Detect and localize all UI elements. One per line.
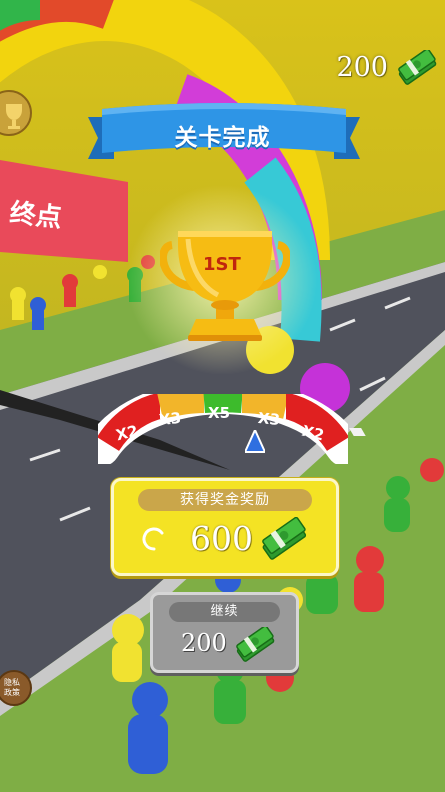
continue-button[interactable]: 继续 200	[150, 592, 299, 673]
continue-amount: 200	[181, 629, 227, 657]
loading-spinner-icon	[142, 527, 164, 551]
trophy-rank: 1ST	[203, 254, 241, 275]
continue-label: 继续	[169, 602, 280, 622]
cash-icon	[236, 627, 275, 662]
multiplier-x3-right: X3	[257, 408, 281, 430]
cash-icon	[398, 50, 437, 85]
privacy-policy-label: 隐私政策	[4, 678, 20, 697]
reward-label: 获得奖金奖励	[138, 489, 312, 511]
cash-icon	[262, 517, 307, 560]
gauge-pointer-icon	[245, 430, 265, 453]
finish-sign-text: 终点	[8, 198, 64, 234]
game-scene: 终点 隐私政策 200 关卡完成 1ST X2 X3 X5 X3 X2 获得奖金…	[0, 0, 445, 792]
multiplier-x3-left: X3	[158, 408, 182, 430]
reward-amount: 600	[190, 519, 253, 558]
currency-amount: 200	[336, 52, 388, 83]
trophy-icon	[160, 231, 290, 341]
multiplier-x5: X5	[208, 404, 231, 422]
reward-button[interactable]: 获得奖金奖励 600	[111, 478, 339, 576]
level-complete-title: 关卡完成	[174, 125, 271, 151]
